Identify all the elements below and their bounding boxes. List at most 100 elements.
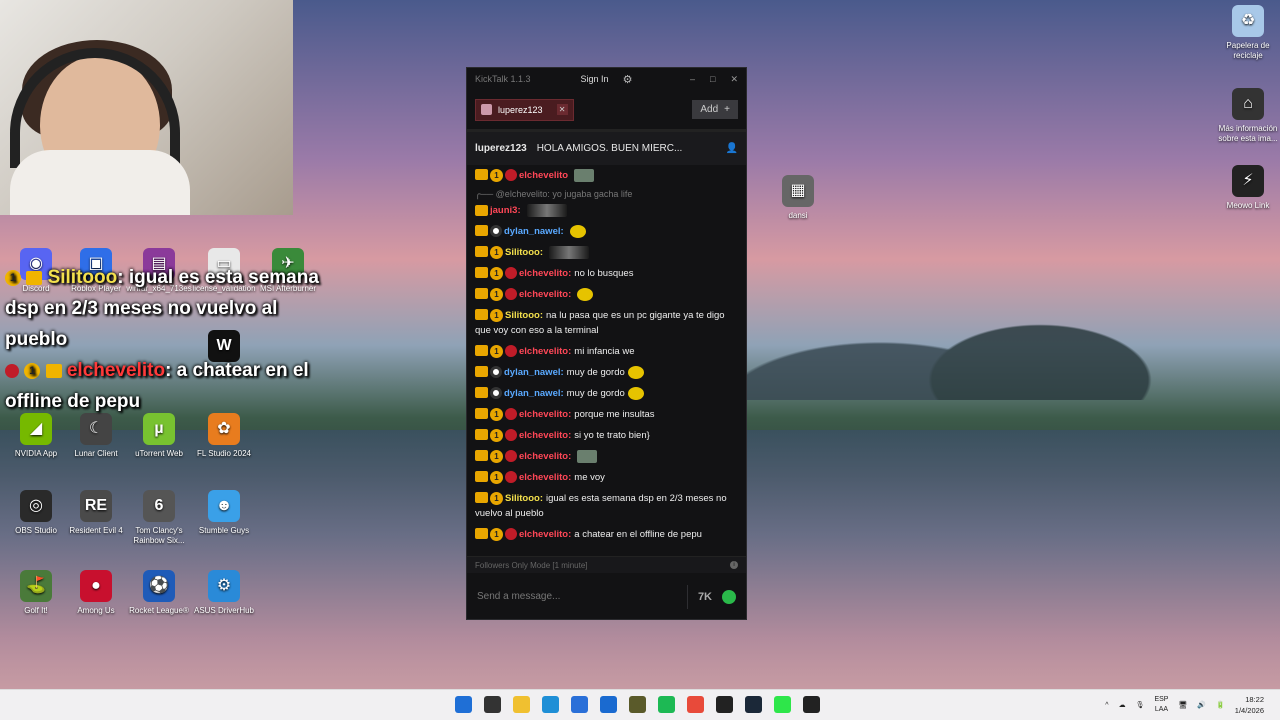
tab-label: luperez123 <box>498 104 543 115</box>
app-icon: ⚙ <box>208 570 240 602</box>
network-icon[interactable]: 🖥 <box>1178 701 1187 709</box>
chat-username[interactable]: jauni3: <box>490 205 521 216</box>
minimize-button[interactable]: – <box>690 74 695 85</box>
chat-message[interactable]: 1 Silitooo: <box>475 242 738 263</box>
outlook-icon[interactable] <box>600 696 617 713</box>
chat-username[interactable]: Silitooo: <box>505 247 543 258</box>
microphone-icon[interactable]: 🎙 <box>1136 701 1145 709</box>
chat-message[interactable]: dylan_nawel: muy de gordo <box>475 362 738 383</box>
sub-badge-icon: 1 <box>490 407 503 421</box>
file-explorer-icon[interactable] <box>513 696 530 713</box>
desktop-icon[interactable]: ⚡ Meowo Link <box>1212 165 1280 211</box>
chat-username[interactable]: Silitooo: <box>505 310 543 321</box>
desktop-icon-label: ASUS DriverHub <box>193 606 254 615</box>
user-icon[interactable]: 👤 <box>726 143 738 154</box>
chat-message[interactable]: 1 elchevelito: me voy <box>475 467 738 488</box>
desktop-icon[interactable]: ▦ dansi <box>762 175 834 221</box>
desktop-icon-label: Lunar Client <box>74 449 118 458</box>
emote-icon <box>627 365 644 379</box>
search-icon[interactable] <box>484 696 501 713</box>
red-badge-icon <box>505 407 517 420</box>
desktop-icon[interactable]: ✿ FL Studio 2024 <box>188 413 260 459</box>
emoji-icon[interactable] <box>722 589 736 604</box>
app-red-icon[interactable] <box>716 696 733 713</box>
edge-icon[interactable] <box>542 696 559 713</box>
kick-icon[interactable] <box>774 696 791 713</box>
app-icon: ☻ <box>208 490 240 522</box>
kicktalk-window: KickTalk 1.1.3 Sign In ⚙ – □ ✕ luperez12… <box>466 67 747 620</box>
chat-message[interactable]: 1 Silitooo: na lu pasa que es un pc gigant… <box>475 305 738 341</box>
crown-badge-icon <box>475 407 488 419</box>
chat-username[interactable]: elchevelito: <box>519 529 571 540</box>
chat-message[interactable]: 1 elchevelito: mi infancia we <box>475 341 738 362</box>
chat-message[interactable]: 1 elchevelito: porque me insultas <box>475 404 738 425</box>
chat-message[interactable]: jauni3: <box>475 200 738 221</box>
chat-message[interactable]: 1 elchevelito: <box>475 446 738 467</box>
badges: 1 <box>475 168 517 182</box>
app-icon: ♻ <box>1232 5 1264 37</box>
message-input[interactable]: Send a message... <box>477 591 687 602</box>
start-icon[interactable] <box>455 696 472 713</box>
chat-message[interactable]: 1 Silitooo: igual es esta semana dsp en 2/… <box>475 488 738 524</box>
close-button[interactable]: ✕ <box>730 74 738 85</box>
desktop-icon[interactable]: RE Resident Evil 4 <box>60 490 132 536</box>
chat-username[interactable]: dylan_nawel: <box>504 367 564 378</box>
add-chatroom-button[interactable]: Add + <box>692 100 738 119</box>
streamer-name[interactable]: luperez123 <box>475 143 527 154</box>
chat-messages[interactable]: 1 elchevelito ╭── @elchevelito: yo jugaba … <box>467 165 746 558</box>
chat-message[interactable]: 1 elchevelito: si yo te trato bien} <box>475 425 738 446</box>
sub-badge-icon: 1 <box>24 362 41 379</box>
maximize-button[interactable]: □ <box>710 74 715 85</box>
sign-in-button[interactable]: Sign In <box>581 74 609 84</box>
chat-username[interactable]: elchevelito <box>519 170 568 181</box>
chat-username[interactable]: elchevelito: <box>519 346 571 357</box>
chat-message[interactable]: 1 elchevelito: <box>475 284 738 305</box>
chat-username[interactable]: elchevelito: <box>519 409 571 420</box>
chat-message[interactable]: dylan_nawel: <box>475 221 738 242</box>
chat-message[interactable]: 1 elchevelito <box>475 165 738 186</box>
chat-username[interactable]: elchevelito: <box>519 268 571 279</box>
app-icon: ▦ <box>782 175 814 207</box>
chat-message[interactable]: 1 elchevelito: no lo busques <box>475 263 738 284</box>
badges <box>475 204 488 216</box>
tab-luperez123[interactable]: luperez123 ✕ <box>475 98 574 121</box>
gear-icon[interactable]: ⚙ <box>623 73 633 86</box>
desktop-icon[interactable]: 6 Tom Clancy's Rainbow Six... <box>123 490 195 546</box>
chat-username[interactable]: dylan_nawel: <box>504 226 564 237</box>
store-icon[interactable] <box>571 696 588 713</box>
close-tab-icon[interactable]: ✕ <box>556 104 568 115</box>
chat-username[interactable]: elchevelito: <box>519 430 571 441</box>
desktop-icon[interactable]: ☾ Lunar Client <box>60 413 132 459</box>
chat-message[interactable]: dylan_nawel: muy de gordo <box>475 383 738 404</box>
chat-username[interactable]: elchevelito: <box>519 472 571 483</box>
crown-badge-icon <box>475 344 488 356</box>
desktop-icon[interactable]: ⌂ Más información sobre esta ima... <box>1212 88 1280 144</box>
chat-message[interactable]: 1 elchevelito: a chatear en el offline de … <box>475 524 738 545</box>
language-indicator[interactable]: ESP LAA <box>1154 695 1168 715</box>
game-icon[interactable] <box>629 696 646 713</box>
volume-icon[interactable]: 🔊 <box>1197 701 1206 709</box>
desktop-icon[interactable]: ⚙ ASUS DriverHub <box>188 570 260 616</box>
onedrive-icon[interactable]: ☁ <box>1119 701 1126 709</box>
chat-username[interactable]: Silitooo: <box>505 493 543 504</box>
chat-username[interactable]: elchevelito: <box>519 451 571 462</box>
chat-username[interactable]: dylan_nawel: <box>504 388 564 399</box>
desktop-icon[interactable]: ⚽ Rocket League® <box>123 570 195 616</box>
steam-icon[interactable] <box>745 696 762 713</box>
clock[interactable]: 18:22 1/4/2026 <box>1235 694 1264 716</box>
reply-reference[interactable]: ╭── @elchevelito: yo jugaba gacha life <box>475 186 738 200</box>
desktop-icon[interactable]: µ uTorrent Web <box>123 413 195 459</box>
app-icon[interactable] <box>803 696 820 713</box>
clock-time: 18:22 <box>1245 695 1264 704</box>
desktop-icon[interactable]: ● Among Us <box>60 570 132 616</box>
chat-username[interactable]: elchevelito: <box>519 289 571 300</box>
spotify-icon[interactable] <box>658 696 675 713</box>
info-icon[interactable]: i <box>730 561 738 569</box>
crown-badge-icon <box>475 204 488 216</box>
desktop-icon[interactable]: ☻ Stumble Guys <box>188 490 260 536</box>
battery-icon[interactable]: 🔋 <box>1216 701 1225 709</box>
kick-emote-button[interactable]: 7K <box>698 591 712 603</box>
chrome-icon[interactable] <box>687 696 704 713</box>
desktop-icon[interactable]: ♻ Papelera de reciclaje <box>1212 5 1280 61</box>
show-hidden-icons[interactable]: ^ <box>1105 702 1108 709</box>
